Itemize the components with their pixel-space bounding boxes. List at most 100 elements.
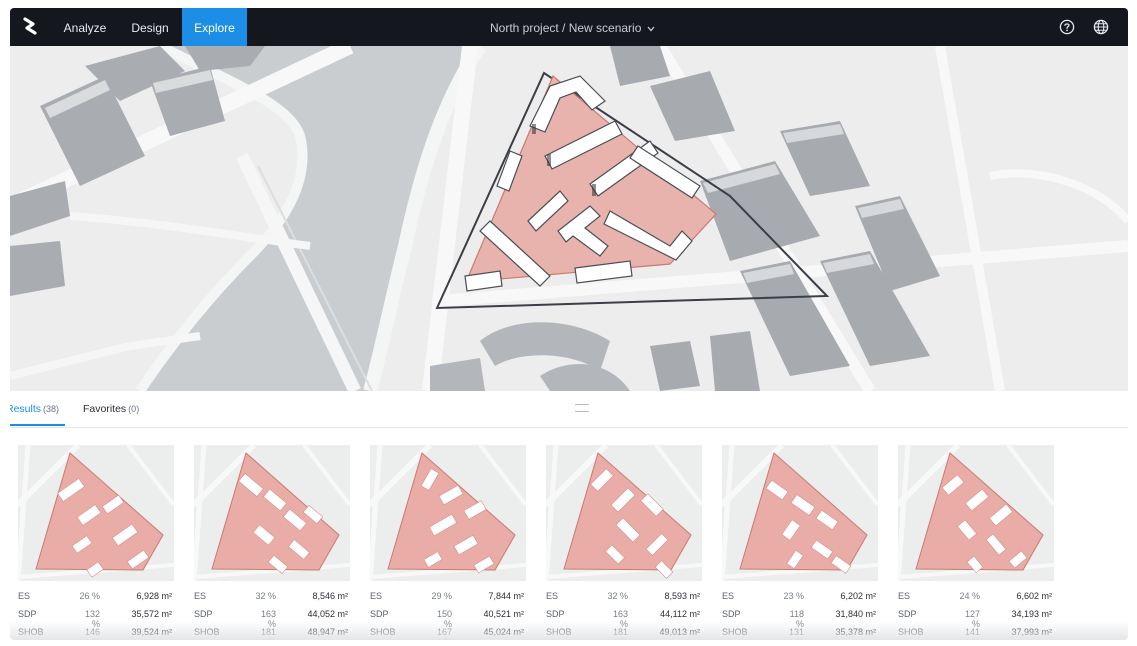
result-stats: ES 24 % 6,602 m² SDP 127 % 34,193 m² SHOB 141 %… (898, 591, 1054, 640)
stat-row: SHOB 131 % 35,378 m² (722, 627, 878, 640)
stat-label: SHOB (546, 627, 572, 637)
result-thumbnail[interactable] (546, 445, 702, 581)
result-thumbnail[interactable] (18, 445, 174, 581)
tab-results[interactable]: Results(38) (10, 403, 59, 415)
stat-label: SDP (546, 609, 565, 619)
stat-area: 45,024 m² (483, 627, 524, 637)
map-view[interactable] (10, 46, 1128, 391)
stat-area: 6,602 m² (1016, 591, 1052, 601)
stat-percent: 132 % (84, 609, 100, 629)
logo-icon[interactable] (18, 15, 42, 39)
tab-results-label: Results (10, 403, 42, 415)
stat-percent: 29 % (431, 591, 452, 601)
stat-percent: 26 % (79, 591, 100, 601)
stat-label: SHOB (194, 627, 220, 637)
result-card[interactable]: ES 24 % 6,602 m² SDP 127 % 34,193 m² SHOB 141 %… (898, 445, 1054, 640)
stat-percent: 24 % (959, 591, 980, 601)
stat-row: SHOB 167 % 45,024 m² (370, 627, 526, 640)
stat-percent: 146 % (84, 627, 100, 640)
stat-percent: 127 % (964, 609, 980, 629)
result-thumbnail[interactable] (194, 445, 350, 581)
stat-label: ES (370, 591, 383, 601)
top-bar: Analyze Design Explore North project / N… (10, 8, 1128, 46)
stat-area: 7,844 m² (488, 591, 524, 601)
result-card[interactable]: ES 32 % 8,593 m² SDP 163 % 44,112 m² SHOB 181 %… (546, 445, 702, 640)
result-stats: ES 29 % 7,844 m² SDP 150 % 40,521 m² SHOB 167 %… (370, 591, 526, 640)
result-thumbnail[interactable] (898, 445, 1054, 581)
stat-area: 48,947 m² (307, 627, 348, 637)
stat-label: ES (194, 591, 207, 601)
result-stats: ES 26 % 6,928 m² SDP 132 % 35,572 m² SHOB 146 %… (18, 591, 174, 640)
project-selector[interactable]: North project / New scenario (490, 8, 655, 46)
stat-row: SDP 163 % 44,052 m² (194, 609, 350, 629)
result-thumbnail[interactable] (722, 445, 878, 581)
stat-label: SHOB (18, 627, 44, 637)
stat-area: 35,572 m² (131, 609, 172, 619)
stat-area: 40,521 m² (483, 609, 524, 619)
stat-percent: 163 % (260, 609, 276, 629)
stat-area: 35,378 m² (835, 627, 876, 637)
stat-row: SDP 150 % 40,521 m² (370, 609, 526, 629)
stat-label: SHOB (722, 627, 748, 637)
stat-row: ES 26 % 6,928 m² (18, 591, 174, 609)
stat-percent: 163 % (612, 609, 628, 629)
result-card[interactable]: ES 29 % 7,844 m² SDP 150 % 40,521 m² SHOB 167 %… (370, 445, 526, 640)
stat-label: SDP (898, 609, 917, 619)
tab-results-count: (38) (43, 404, 60, 414)
nav-explore[interactable]: Explore (182, 8, 247, 46)
stat-percent: 32 % (255, 591, 276, 601)
stat-area: 31,840 m² (835, 609, 876, 619)
stat-label: ES (546, 591, 559, 601)
stat-percent: 118 % (789, 609, 804, 629)
stat-area: 44,052 m² (307, 609, 348, 619)
stat-area: 8,593 m² (664, 591, 700, 601)
stat-area: 34,193 m² (1011, 609, 1052, 619)
globe-icon[interactable] (1093, 19, 1109, 35)
tab-favorites-label: Favorites (83, 403, 127, 415)
stat-row: SDP 132 % 35,572 m² (18, 609, 174, 629)
stat-percent: 181 % (612, 627, 628, 640)
stat-row: SHOB 141 % 37,993 m² (898, 627, 1054, 640)
stat-row: SHOB 146 % 39,524 m² (18, 627, 174, 640)
stat-percent: 23 % (783, 591, 804, 601)
stat-row: ES 24 % 6,602 m² (898, 591, 1054, 609)
stat-percent: 141 % (964, 627, 980, 640)
stat-label: SDP (194, 609, 213, 619)
nav-design[interactable]: Design (122, 8, 178, 46)
stat-label: ES (722, 591, 735, 601)
stat-area: 6,202 m² (840, 591, 876, 601)
stat-row: ES 29 % 7,844 m² (370, 591, 526, 609)
result-stats: ES 23 % 6,202 m² SDP 118 % 31,840 m² SHOB 131 %… (722, 591, 878, 640)
stat-label: SHOB (370, 627, 396, 637)
panel-resize-handle[interactable] (575, 404, 589, 412)
stat-area: 6,928 m² (136, 591, 172, 601)
stat-row: SDP 118 % 31,840 m² (722, 609, 878, 629)
active-tab-indicator (10, 424, 65, 426)
stat-percent: 167 % (436, 627, 452, 640)
stat-label: SDP (18, 609, 37, 619)
stat-percent: 32 % (607, 591, 628, 601)
tab-favorites[interactable]: Favorites (0) (83, 403, 139, 415)
stat-label: ES (898, 591, 911, 601)
stat-label: ES (18, 591, 31, 601)
stat-area: 37,993 m² (1011, 627, 1052, 637)
result-card[interactable]: ES 23 % 6,202 m² SDP 118 % 31,840 m² SHOB 131 %… (722, 445, 878, 640)
help-icon[interactable] (1059, 19, 1075, 35)
nav-analyze[interactable]: Analyze (55, 8, 115, 46)
results-tabs: Results(38) Favorites(0) (10, 391, 1128, 428)
result-stats: ES 32 % 8,546 m² SDP 163 % 44,052 m² SHOB 181 %… (194, 591, 350, 640)
stat-label: SDP (722, 609, 741, 619)
result-stats: ES 32 % 8,593 m² SDP 163 % 44,112 m² SHOB 181 %… (546, 591, 702, 640)
stat-row: ES 23 % 6,202 m² (722, 591, 878, 609)
map-canvas[interactable] (10, 46, 1128, 391)
stat-area: 44,112 m² (660, 609, 700, 619)
result-thumbnail[interactable] (370, 445, 526, 581)
stat-row: SHOB 181 % 49,013 m² (546, 627, 702, 640)
stat-area: 8,546 m² (312, 591, 348, 601)
stat-label: SHOB (898, 627, 924, 637)
stat-row: ES 32 % 8,546 m² (194, 591, 350, 609)
result-card[interactable]: ES 26 % 6,928 m² SDP 132 % 35,572 m² SHOB 146 %… (18, 445, 174, 640)
stat-percent: 181 % (260, 627, 276, 640)
result-card[interactable]: ES 32 % 8,546 m² SDP 163 % 44,052 m² SHOB 181 %… (194, 445, 350, 640)
stat-row: ES 32 % 8,593 m² (546, 591, 702, 609)
